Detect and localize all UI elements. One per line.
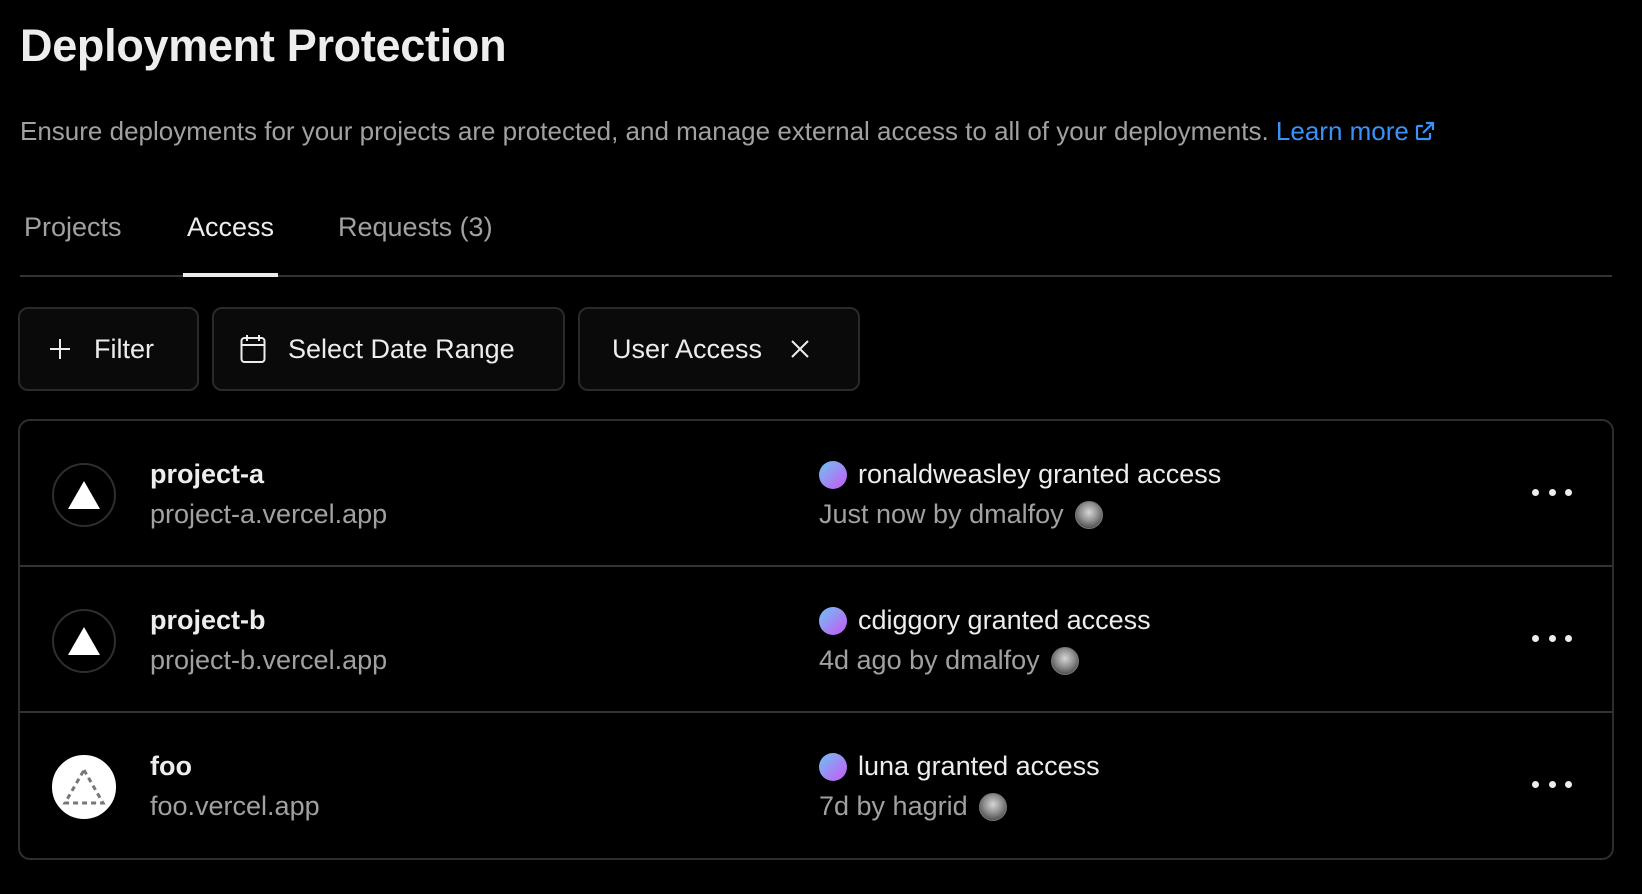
list-item[interactable]: project-b project-b.vercel.app cdiggory … bbox=[20, 567, 1612, 713]
user-access-label: User Access bbox=[612, 333, 763, 364]
user-access-filter-chip[interactable]: User Access bbox=[578, 307, 860, 391]
list-item[interactable]: project-a project-a.vercel.app ronaldwea… bbox=[20, 421, 1612, 567]
project-name[interactable]: project-a bbox=[150, 459, 264, 490]
calendar-icon bbox=[240, 335, 266, 363]
dot bbox=[1548, 488, 1556, 496]
project-avatar bbox=[52, 463, 116, 527]
external-link-icon bbox=[1415, 121, 1434, 141]
access-meta-text: 7d by hagrid bbox=[819, 791, 968, 821]
filter-label: Filter bbox=[94, 333, 154, 364]
user-gradient-avatar bbox=[819, 606, 847, 635]
dot bbox=[1532, 634, 1539, 642]
access-meta: 4d ago by dmalfoy bbox=[819, 645, 1079, 676]
project-avatar bbox=[52, 755, 116, 819]
access-event: cdiggory granted access bbox=[819, 605, 1151, 636]
filter-toolbar: Filter Select Date Range User Access bbox=[18, 307, 860, 391]
access-event-text: ronaldweasley granted access bbox=[858, 459, 1222, 489]
user-gradient-avatar bbox=[819, 752, 847, 781]
learn-more-label: Learn more bbox=[1275, 116, 1409, 146]
user-gradient-avatar bbox=[819, 460, 847, 489]
tab-bar: Projects Access Requests (3) bbox=[20, 200, 1612, 277]
plus-icon bbox=[50, 339, 70, 359]
more-options-button[interactable] bbox=[1532, 477, 1572, 507]
list-item[interactable]: foo foo.vercel.app luna granted access 7… bbox=[20, 713, 1612, 858]
dot bbox=[1532, 780, 1539, 788]
dot bbox=[1565, 780, 1572, 788]
vercel-triangle-icon bbox=[68, 627, 100, 655]
close-icon bbox=[791, 340, 809, 358]
learn-more-link[interactable]: Learn more bbox=[1276, 116, 1437, 146]
date-range-button[interactable]: Select Date Range bbox=[212, 307, 565, 391]
dot bbox=[1565, 634, 1572, 642]
actor-avatar bbox=[1050, 646, 1079, 675]
dot bbox=[1532, 488, 1539, 496]
project-url[interactable]: project-b.vercel.app bbox=[150, 645, 387, 676]
page-title: Deployment Protection bbox=[20, 20, 507, 71]
access-meta-text: 4d ago by dmalfoy bbox=[819, 645, 1040, 675]
description-text: Ensure deployments for your projects are… bbox=[20, 116, 1269, 146]
vercel-triangle-icon bbox=[68, 481, 100, 509]
project-url[interactable]: foo.vercel.app bbox=[150, 791, 320, 822]
actor-avatar bbox=[978, 792, 1007, 821]
access-event-text: cdiggory granted access bbox=[858, 605, 1151, 635]
more-options-button[interactable] bbox=[1532, 769, 1572, 799]
access-meta: Just now by dmalfoy bbox=[819, 499, 1103, 530]
add-filter-button[interactable]: Filter bbox=[18, 307, 199, 391]
tab-access[interactable]: Access bbox=[183, 212, 279, 277]
access-meta-text: Just now by dmalfoy bbox=[819, 499, 1064, 529]
access-event: ronaldweasley granted access bbox=[819, 459, 1221, 490]
dot bbox=[1548, 634, 1556, 642]
dot bbox=[1565, 488, 1572, 496]
dot bbox=[1548, 780, 1556, 788]
tab-projects[interactable]: Projects bbox=[20, 212, 126, 275]
access-event: luna granted access bbox=[819, 751, 1100, 782]
dashed-triangle-icon bbox=[62, 767, 106, 805]
tab-requests[interactable]: Requests (3) bbox=[334, 212, 497, 275]
access-list: project-a project-a.vercel.app ronaldwea… bbox=[18, 419, 1614, 860]
actor-avatar bbox=[1074, 500, 1103, 529]
more-options-button[interactable] bbox=[1532, 623, 1572, 653]
access-meta: 7d by hagrid bbox=[819, 791, 1007, 822]
project-name[interactable]: foo bbox=[150, 751, 192, 782]
page-description: Ensure deployments for your projects are… bbox=[20, 116, 1437, 147]
remove-filter-button[interactable] bbox=[790, 339, 810, 359]
project-avatar bbox=[52, 609, 116, 673]
access-event-text: luna granted access bbox=[858, 751, 1100, 781]
date-range-label: Select Date Range bbox=[288, 333, 515, 364]
project-url[interactable]: project-a.vercel.app bbox=[150, 499, 387, 530]
project-name[interactable]: project-b bbox=[150, 605, 266, 636]
